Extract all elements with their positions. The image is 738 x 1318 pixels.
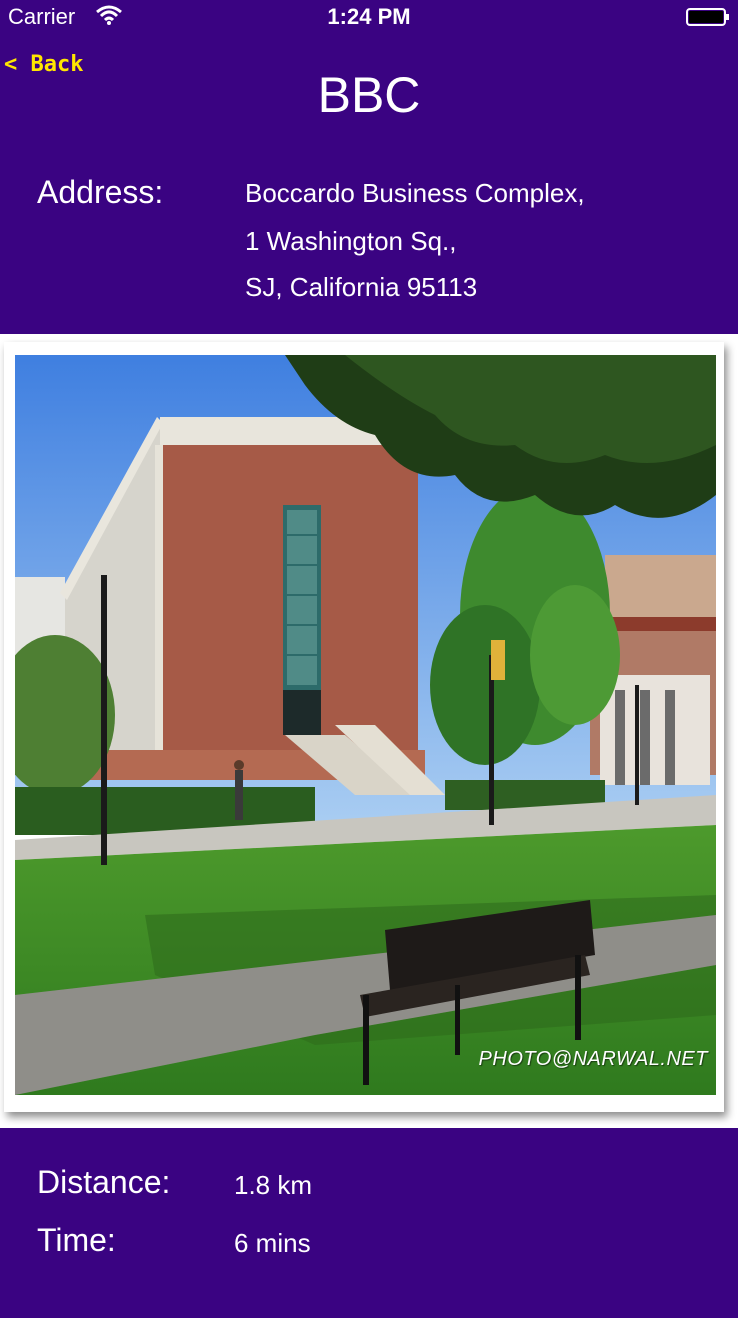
distance-value: 1.8 km [234,1170,313,1200]
distance-label: Distance: [37,1164,171,1200]
battery-icon [686,8,730,26]
building-photo: PHOTO@NARWAL.NET [15,355,716,1095]
time-value: 6 mins [234,1228,311,1258]
status-bar: Carrier 1:24 PM [0,0,738,34]
page-title: BBC [317,67,421,123]
address-line-2: 1 Washington Sq., [245,226,457,256]
header-panel: Carrier 1:24 PM < Back BBC Address: Bocc… [0,0,738,334]
address-line-3: SJ, California 95113 [245,272,478,302]
photo-frame: PHOTO@NARWAL.NET [4,342,724,1112]
photo-watermark: PHOTO@NARWAL.NET [478,1048,708,1070]
status-time: 1:24 PM [327,4,411,29]
time-label: Time: [37,1222,116,1258]
address-line-1: Boccardo Business Complex, [245,178,585,208]
address-label: Address: [37,174,164,210]
info-panel: Distance: 1.8 km Time: 6 mins [0,1128,738,1318]
